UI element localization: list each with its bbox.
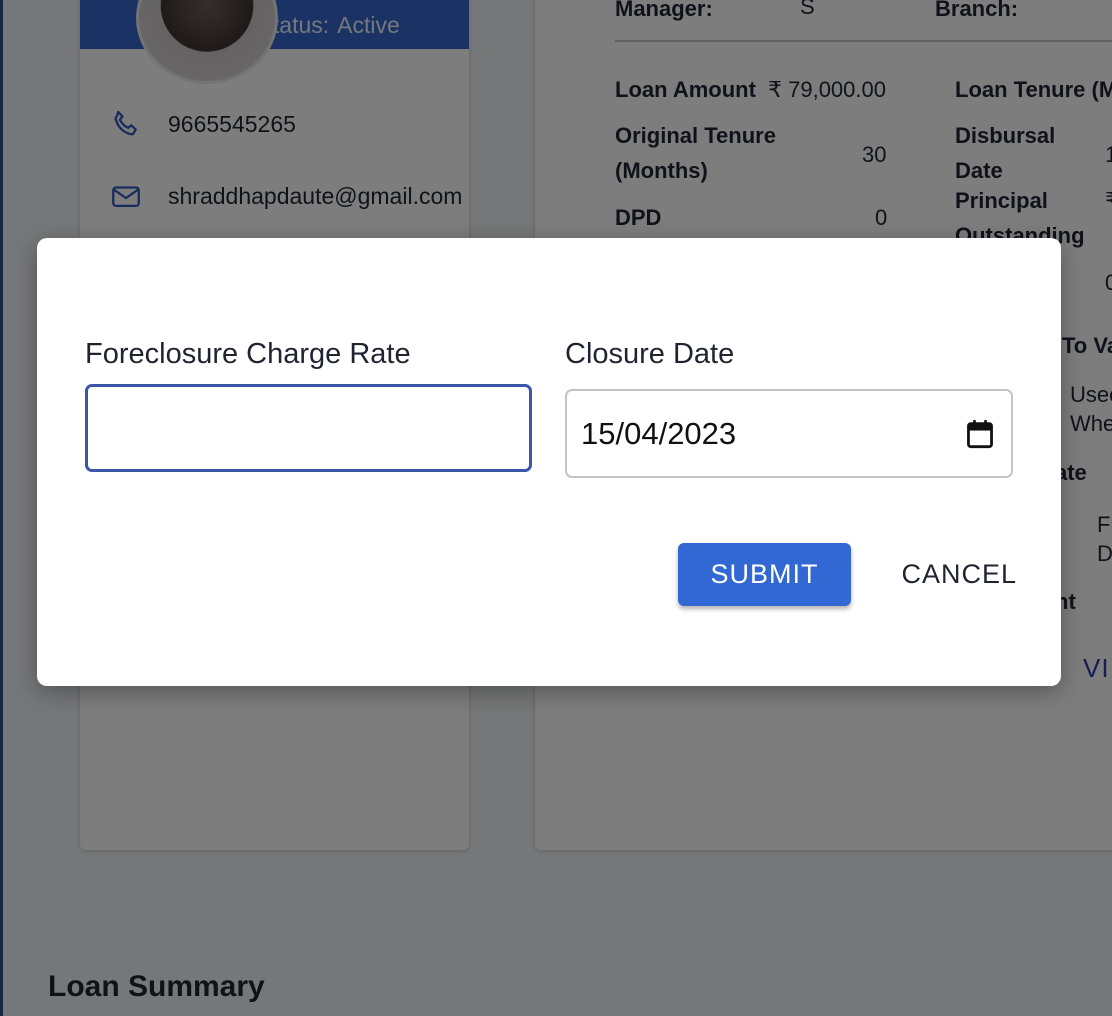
- foreclosure-rate-input[interactable]: [85, 384, 532, 472]
- foreclosure-dialog: Foreclosure Charge Rate Closure Date 15/…: [37, 238, 1061, 686]
- closure-date-input[interactable]: 15/04/2023: [565, 389, 1013, 478]
- calendar-icon[interactable]: [965, 419, 995, 449]
- closure-date-value: 15/04/2023: [581, 415, 737, 451]
- closure-date-label: Closure Date: [565, 338, 735, 370]
- foreclosure-rate-label: Foreclosure Charge Rate: [85, 338, 411, 370]
- cancel-button[interactable]: CANCEL: [887, 543, 1017, 606]
- submit-button[interactable]: SUBMIT: [678, 543, 851, 606]
